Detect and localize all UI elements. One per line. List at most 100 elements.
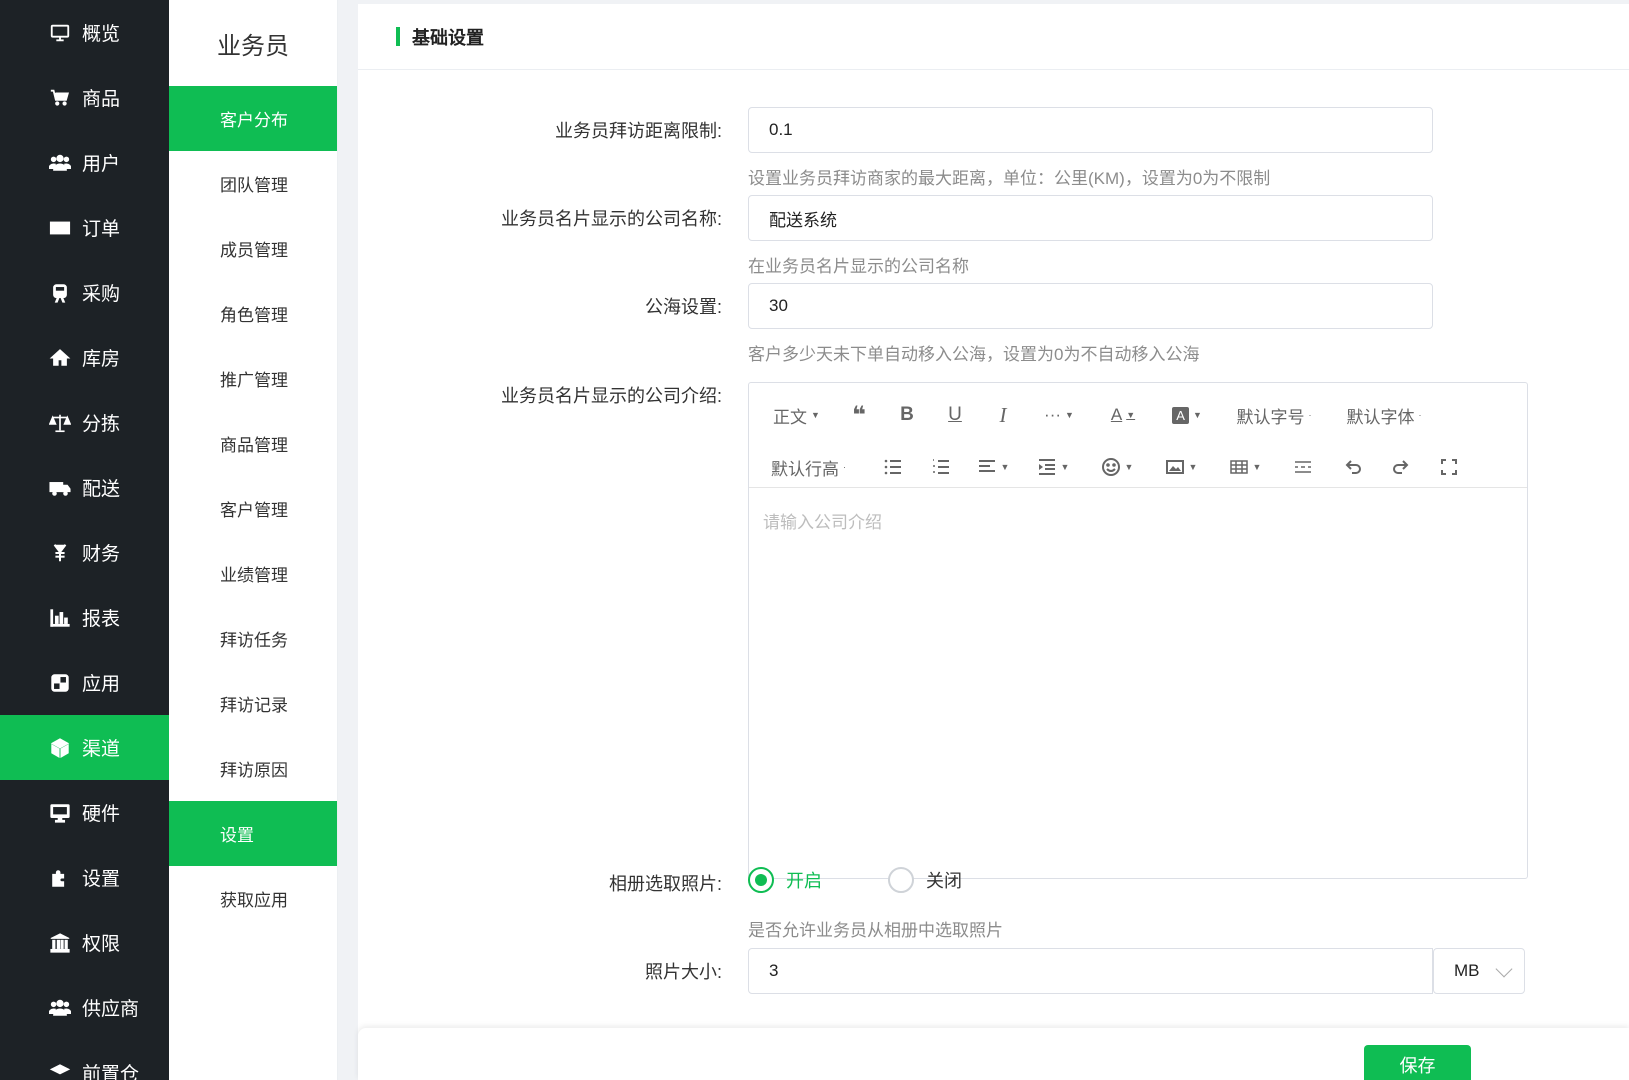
quote-icon[interactable]: ❝ xyxy=(835,401,883,430)
redo-icon[interactable] xyxy=(1377,457,1425,477)
paragraph-format-dropdown[interactable]: 正文 ▼ xyxy=(759,403,835,428)
nav-item-4[interactable]: 采购 xyxy=(0,260,169,325)
nav-item-14[interactable]: 权限 xyxy=(0,910,169,975)
desktop-icon xyxy=(48,801,72,825)
nav-item-0[interactable]: 概览 xyxy=(0,0,169,65)
home-icon xyxy=(48,346,72,370)
chevron-down-icon xyxy=(1495,960,1513,978)
truck-icon xyxy=(48,476,72,500)
nav-item-label: 概览 xyxy=(82,24,121,45)
nav-item-15[interactable]: 供应商 xyxy=(0,975,169,1040)
nav-item-label: 前置仓 xyxy=(82,1064,140,1080)
save-button[interactable]: 保存 xyxy=(1364,1045,1471,1080)
nav-item-13[interactable]: 设置 xyxy=(0,845,169,910)
font-size-dropdown[interactable]: 默认字号 · xyxy=(1219,403,1329,428)
footer-bar: 保存 xyxy=(358,1028,1629,1080)
box-icon xyxy=(48,1061,72,1080)
nav-item-9[interactable]: 报表 xyxy=(0,585,169,650)
subnav-item-7[interactable]: 业绩管理 xyxy=(169,541,337,606)
nav-item-1[interactable]: 商品 xyxy=(0,65,169,130)
italic-icon[interactable]: I xyxy=(979,403,1027,428)
indent-icon[interactable]: ▼ xyxy=(1021,457,1085,477)
bullet-list-icon[interactable] xyxy=(869,457,917,477)
bold-icon[interactable]: B xyxy=(883,404,931,426)
bar-chart-icon xyxy=(48,606,72,630)
nav-item-6[interactable]: 分拣 xyxy=(0,390,169,455)
photo-size-input[interactable]: 3 xyxy=(748,948,1433,994)
nav-item-3[interactable]: 订单 xyxy=(0,195,169,260)
nav-item-label: 渠道 xyxy=(82,739,121,760)
nav-item-label: 设置 xyxy=(82,869,121,890)
subnav-item-2[interactable]: 成员管理 xyxy=(169,216,337,281)
numbered-list-icon[interactable] xyxy=(917,457,965,477)
nav-item-label: 分拣 xyxy=(82,414,121,435)
line-height-dropdown[interactable]: 默认行高 · xyxy=(759,455,869,480)
undo-icon[interactable] xyxy=(1329,457,1377,477)
background-color-icon[interactable]: A ▼ xyxy=(1155,406,1219,424)
font-color-icon[interactable]: A ▼ xyxy=(1091,405,1155,425)
subnav-item-10[interactable]: 拜访原因 xyxy=(169,736,337,801)
money-icon xyxy=(48,216,72,240)
nav-item-label: 硬件 xyxy=(82,804,121,825)
subnav-item-12[interactable]: 获取应用 xyxy=(169,866,337,931)
image-icon[interactable]: ▼ xyxy=(1149,457,1213,477)
editor-content-area[interactable]: 请输入公司介绍 xyxy=(749,488,1527,553)
subnav-item-0[interactable]: 客户分布 xyxy=(169,86,337,151)
visit-distance-hint: 设置业务员拜访商家的最大距离，单位：公里(KM)，设置为0为不限制 xyxy=(748,169,1271,188)
photo-size-unit-select[interactable]: MB xyxy=(1433,948,1525,994)
company-intro-label: 业务员名片显示的公司介绍: xyxy=(501,386,722,406)
radio-checked-icon xyxy=(748,867,774,893)
more-format-icon[interactable]: ··· ▼ xyxy=(1027,405,1091,425)
editor-placeholder: 请输入公司介绍 xyxy=(763,513,882,532)
company-name-input[interactable]: 配送系统 xyxy=(748,195,1433,241)
train-icon xyxy=(48,281,72,305)
subnav-item-8[interactable]: 拜访任务 xyxy=(169,606,337,671)
bank-icon xyxy=(48,931,72,955)
nav-item-2[interactable]: 用户 xyxy=(0,130,169,195)
panel-title: 基础设置 xyxy=(412,27,484,48)
subnav-item-3[interactable]: 角色管理 xyxy=(169,281,337,346)
nav-item-11[interactable]: 渠道 xyxy=(0,715,169,780)
nav-item-16[interactable]: 前置仓 xyxy=(0,1040,169,1080)
table-icon[interactable]: ▼ xyxy=(1213,457,1277,477)
nav-item-5[interactable]: 库房 xyxy=(0,325,169,390)
visit-distance-input[interactable]: 0.1 xyxy=(748,107,1433,153)
font-family-label: 默认字体 xyxy=(1346,407,1415,427)
subnav-item-11[interactable]: 设置 xyxy=(169,801,337,866)
users-icon xyxy=(48,996,72,1020)
emoji-icon[interactable]: ▼ xyxy=(1085,457,1149,477)
nav-item-8[interactable]: 财务 xyxy=(0,520,169,585)
album-photo-hint: 是否允许业务员从相册中选取照片 xyxy=(748,921,1003,940)
album-photo-on-radio[interactable]: 开启 xyxy=(748,867,822,893)
nav-item-10[interactable]: 应用 xyxy=(0,650,169,715)
fullscreen-icon[interactable] xyxy=(1425,457,1473,477)
public-sea-input[interactable]: 30 xyxy=(748,283,1433,329)
subnav-item-5[interactable]: 商品管理 xyxy=(169,411,337,476)
monitor-icon xyxy=(48,21,72,45)
panel-header: 基础设置 xyxy=(358,4,1629,70)
cart-icon xyxy=(48,86,72,110)
underline-icon[interactable]: U xyxy=(931,404,979,426)
nav-item-7[interactable]: 配送 xyxy=(0,455,169,520)
subnav-item-9[interactable]: 拜访记录 xyxy=(169,671,337,736)
subnav-item-6[interactable]: 客户管理 xyxy=(169,476,337,541)
yen-icon xyxy=(48,541,72,565)
nav-item-label: 权限 xyxy=(82,934,121,955)
visit-distance-label: 业务员拜访距离限制: xyxy=(554,121,722,141)
subnav-item-1[interactable]: 团队管理 xyxy=(169,151,337,216)
secondary-sidebar: 业务员 客户分布 团队管理 成员管理 角色管理 推广管理 商品管理 客户管理 业绩管理 拜访任务… xyxy=(169,0,338,1080)
nav-item-label: 商品 xyxy=(82,89,121,110)
nav-item-12[interactable]: 硬件 xyxy=(0,780,169,845)
align-icon[interactable]: ▼ xyxy=(965,457,1021,477)
subnav-item-4[interactable]: 推广管理 xyxy=(169,346,337,411)
divider-icon[interactable] xyxy=(1277,457,1329,477)
nav-item-label: 财务 xyxy=(82,544,121,565)
settings-panel: 基础设置 业务员拜访距离限制: 0.1 设置业务员拜访商家的最大距离，单位：公里… xyxy=(358,4,1629,1080)
font-size-label: 默认字号 xyxy=(1236,407,1305,427)
font-family-dropdown[interactable]: 默认字体 · xyxy=(1329,403,1439,428)
photo-size-unit-value: MB xyxy=(1454,961,1480,980)
paragraph-format-label: 正文 xyxy=(773,407,807,427)
album-photo-off-radio[interactable]: 关闭 xyxy=(888,867,962,893)
company-name-label: 业务员名片显示的公司名称: xyxy=(501,209,722,229)
nav-item-label: 库房 xyxy=(82,349,121,370)
